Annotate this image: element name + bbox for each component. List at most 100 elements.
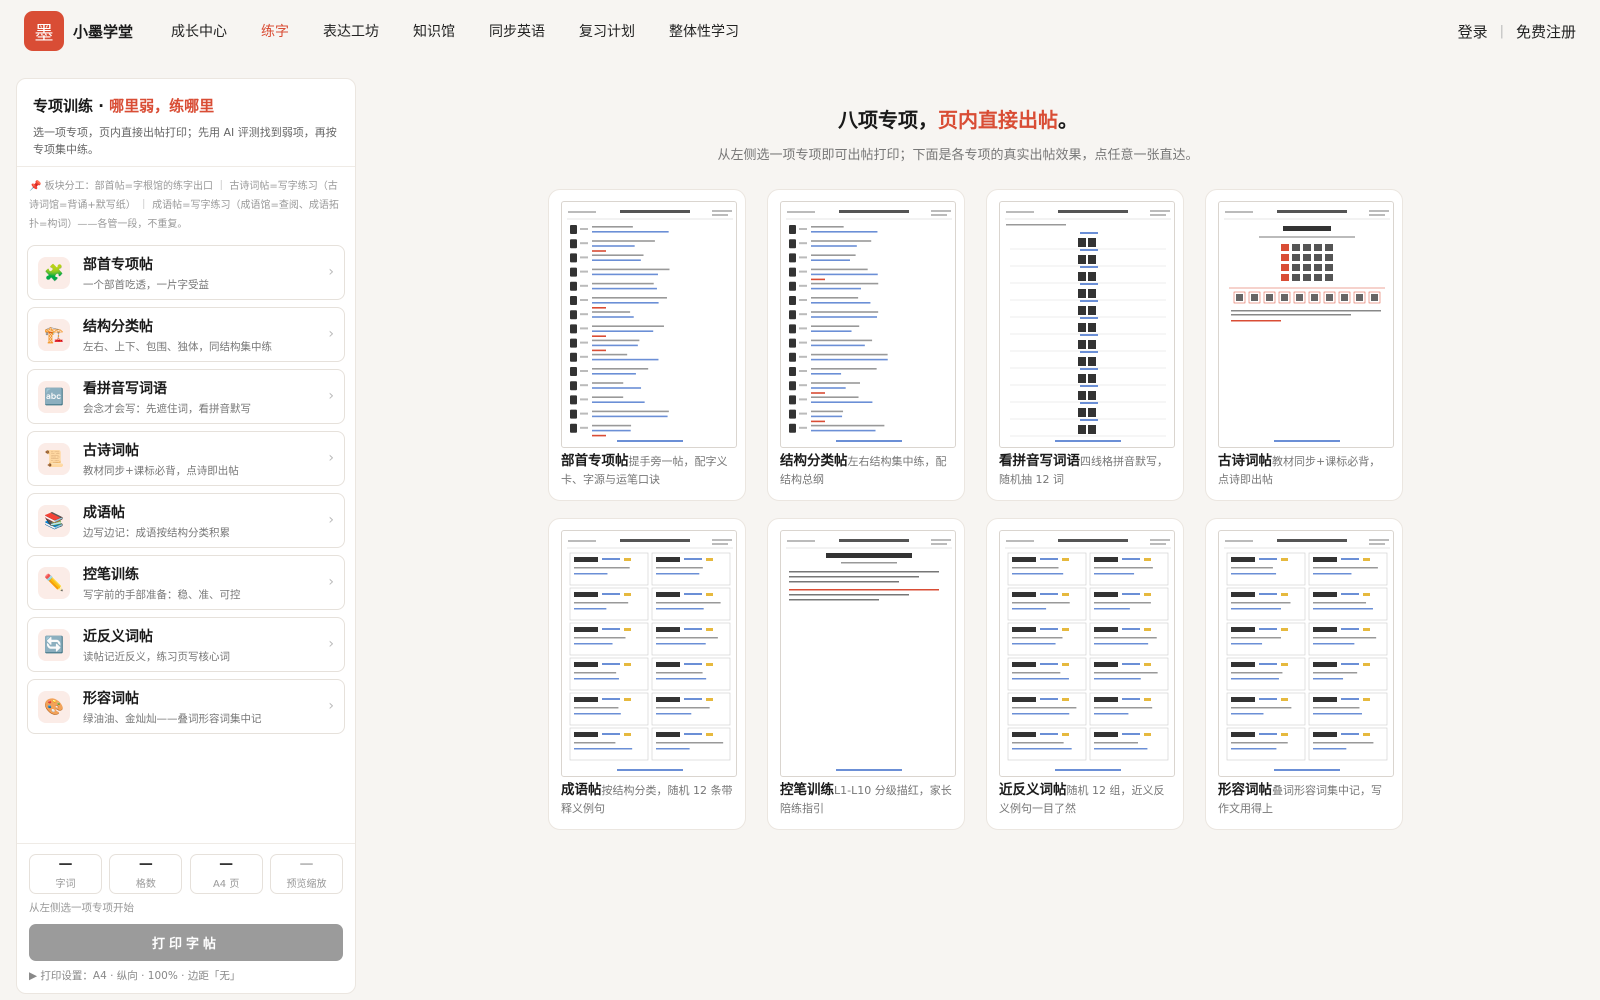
specialty-card-text: 结构分类帖 左右、上下、包围、独体，同结构集中练 bbox=[83, 316, 272, 354]
start-hint: 从左侧选一项专项开始 bbox=[29, 902, 134, 914]
sidebar-description: 选一项专项，页内直接出帖打印；先用 AI 评测找到弱项，再按专项集中练。 bbox=[33, 126, 337, 156]
sample-caption: 部首专项帖提手旁一帖，配字义卡、字源与运笔口诀 bbox=[561, 452, 733, 489]
sample-caption: 控笔训练L1-L10 分级描红，家长陪练指引 bbox=[780, 781, 952, 818]
sample-caption: 看拼音写词语四线格拼音默写，随机抽 12 词 bbox=[999, 452, 1171, 489]
sidebar-footer: — 字词 — 格数 — A4 页 — 预览缩放 从左侧选一项专项开始 打印字帖 ▶ 打印设置：… bbox=[17, 843, 355, 993]
sample-tile[interactable]: 形容词帖叠词形容词集中记，写作文用得上 bbox=[1205, 518, 1403, 830]
chevron-right-icon: › bbox=[328, 698, 334, 714]
nav-item[interactable]: 同步英语 bbox=[489, 21, 545, 41]
sample-tile[interactable]: 结构分类帖左右结构集中练，配结构总纲 bbox=[767, 189, 965, 501]
chevron-right-icon: › bbox=[328, 574, 334, 590]
specialty-card-text: 近反义词帖 读帖记近反义，练习页写核心词 bbox=[83, 626, 230, 664]
sidebar-title-highlight: 哪里弱，练哪里 bbox=[109, 97, 215, 115]
chevron-right-icon: › bbox=[328, 636, 334, 652]
sample-tile[interactable]: 部首专项帖提手旁一帖，配字义卡、字源与运笔口诀 bbox=[548, 189, 746, 501]
specialty-card[interactable]: 🔄 近反义词帖 读帖记近反义，练习页写核心词 › bbox=[27, 617, 345, 672]
chevron-right-icon: › bbox=[328, 326, 334, 342]
sample-grid: 部首专项帖提手旁一帖，配字义卡、字源与运笔口诀 结构分类帖左右结构集中练，配结构总… bbox=[548, 189, 1408, 830]
sample-tile[interactable]: 成语帖按结构分类，随机 12 条带释义例句 bbox=[548, 518, 746, 830]
auth-links: 登录 | 免费注册 bbox=[1458, 21, 1576, 42]
auth-separator: | bbox=[1499, 23, 1504, 39]
scroll-icon: 📜 bbox=[38, 442, 70, 475]
top-bar: 墨 小墨学堂 成长中心 练字 表达工坊 知识馆 同步英语 复习计划 整体性学习 登录 | 免… bbox=[0, 0, 1600, 62]
specialty-card[interactable]: 🎨 形容词帖 绿油油、金灿灿——叠词形容词集中记 › bbox=[27, 679, 345, 734]
main-title-suffix: 。 bbox=[1058, 108, 1078, 132]
print-settings-toggle[interactable]: ▶ 打印设置：A4 · 纵向 · 100% · 边距「无」 bbox=[29, 968, 343, 983]
register-link[interactable]: 免费注册 bbox=[1516, 21, 1576, 42]
stat-box: — A4 页 bbox=[189, 854, 263, 894]
worksheet-preview bbox=[1005, 539, 1171, 771]
nav-item[interactable]: 复习计划 bbox=[579, 21, 635, 41]
logo-glyph: 墨 bbox=[34, 21, 54, 44]
specialty-card-title: 部首专项帖 bbox=[83, 256, 153, 273]
specialty-card-title: 控笔训练 bbox=[83, 566, 139, 583]
print-button[interactable]: 打印字帖 bbox=[29, 924, 343, 961]
specialty-list: 🧩 部首专项帖 一个部首吃透，一片字受益 › 🏗️ 结构分类帖 左右、上下、包围、独体，同结… bbox=[17, 245, 355, 734]
specialty-card-text: 古诗词帖 教材同步+课标必背，点诗即出帖 bbox=[83, 440, 239, 478]
sample-tile[interactable]: 控笔训练L1-L10 分级描红，家长陪练指引 bbox=[767, 518, 965, 830]
specialty-card-subtitle: 教材同步+课标必背，点诗即出帖 bbox=[83, 464, 239, 477]
palette-icon: 🎨 bbox=[38, 690, 70, 723]
nav-item[interactable]: 练字 bbox=[261, 21, 289, 41]
nav-item[interactable]: 成长中心 bbox=[171, 21, 227, 41]
stat-label: 预览缩放 bbox=[286, 879, 327, 890]
stats-row: — 字词 — 格数 — A4 页 — 预览缩放 bbox=[29, 854, 343, 894]
specialty-card[interactable]: 📜 古诗词帖 教材同步+课标必背，点诗即出帖 › bbox=[27, 431, 345, 486]
sample-caption: 近反义词帖随机 12 组，近义反义例句一目了然 bbox=[999, 781, 1171, 818]
sample-caption: 结构分类帖左右结构集中练，配结构总纲 bbox=[780, 452, 952, 489]
brand-name[interactable]: 小墨学堂 bbox=[73, 21, 133, 42]
specialty-card-subtitle: 左右、上下、包围、独体，同结构集中练 bbox=[83, 340, 272, 353]
cycle-arrows-icon: 🔄 bbox=[38, 628, 70, 661]
specialty-card-text: 看拼音写词语 会念才会写：先遮住词，看拼音默写 bbox=[83, 378, 251, 416]
specialty-card[interactable]: 🧩 部首专项帖 一个部首吃透，一片字受益 › bbox=[27, 245, 345, 300]
specialty-card-subtitle: 读帖记近反义，练习页写核心词 bbox=[83, 650, 230, 663]
stat-box: — 字词 bbox=[29, 854, 102, 894]
stat-box: — 预览缩放 bbox=[269, 854, 343, 894]
specialty-card-subtitle: 边写边记：成语按结构分类积累 bbox=[83, 526, 230, 539]
sample-title: 形容词帖 bbox=[1218, 782, 1272, 798]
sample-tile[interactable]: 看拼音写词语四线格拼音默写，随机抽 12 词 bbox=[986, 189, 1184, 501]
puzzle-icon: 🧩 bbox=[38, 256, 70, 289]
sample-thumbnail bbox=[999, 201, 1175, 448]
sample-title: 结构分类帖 bbox=[780, 453, 848, 469]
stat-value: — bbox=[138, 856, 153, 872]
logo-icon[interactable]: 墨 bbox=[24, 11, 64, 51]
worksheet-preview bbox=[567, 539, 733, 771]
sidebar: 专项训练 · 哪里弱，练哪里 选一项专项，页内直接出帖打印；先用 AI 评测找到… bbox=[16, 78, 356, 994]
specialty-card[interactable]: ✏️ 控笔训练 写字前的手部准备：稳、准、可控 › bbox=[27, 555, 345, 610]
specialty-card-text: 成语帖 边写边记：成语按结构分类积累 bbox=[83, 502, 230, 540]
sample-title: 近反义词帖 bbox=[999, 782, 1067, 798]
sample-tile[interactable]: 近反义词帖随机 12 组，近义反义例句一目了然 bbox=[986, 518, 1184, 830]
main-title-highlight: 页内直接出帖 bbox=[938, 108, 1058, 132]
crane-icon: 🏗️ bbox=[38, 318, 70, 351]
worksheet-preview bbox=[786, 210, 952, 442]
specialty-card[interactable]: 📚 成语帖 边写边记：成语按结构分类积累 › bbox=[27, 493, 345, 548]
stat-value: — bbox=[299, 856, 314, 872]
login-link[interactable]: 登录 bbox=[1458, 21, 1488, 42]
specialty-card-text: 控笔训练 写字前的手部准备：稳、准、可控 bbox=[83, 564, 241, 602]
specialty-card[interactable]: 🔤 看拼音写词语 会念才会写：先遮住词，看拼音默写 › bbox=[27, 369, 345, 424]
main-title: 八项专项，页内直接出帖。 bbox=[538, 104, 1378, 133]
sample-thumbnail bbox=[561, 201, 737, 448]
nav-item[interactable]: 整体性学习 bbox=[669, 21, 739, 41]
stat-value: — bbox=[58, 856, 73, 872]
specialty-card-subtitle: 绿油油、金灿灿——叠词形容词集中记 bbox=[83, 712, 262, 725]
main-title-prefix: 八项专项， bbox=[838, 108, 938, 132]
stat-label: 字词 bbox=[55, 879, 76, 890]
worksheet-preview bbox=[1224, 539, 1390, 771]
worksheet-preview bbox=[786, 539, 952, 771]
sample-thumbnail bbox=[780, 530, 956, 777]
sidebar-header: 专项训练 · 哪里弱，练哪里 选一项专项，页内直接出帖打印；先用 AI 评测找到… bbox=[17, 79, 355, 167]
sample-thumbnail bbox=[561, 530, 737, 777]
nav-item[interactable]: 知识馆 bbox=[413, 21, 455, 41]
specialty-card-title: 看拼音写词语 bbox=[83, 380, 167, 397]
sample-tile[interactable]: 古诗词帖教材同步+课标必背，点诗即出帖 bbox=[1205, 189, 1403, 501]
module-division-note: 📌 板块分工：部首帖=字根馆的练字出口 ｜ 古诗词帖=写字练习（古诗词馆=背诵+… bbox=[29, 181, 339, 230]
stat-box: — 格数 bbox=[109, 854, 183, 894]
nav-item[interactable]: 表达工坊 bbox=[323, 21, 379, 41]
main-nav: 成长中心 练字 表达工坊 知识馆 同步英语 复习计划 整体性学习 bbox=[171, 21, 773, 41]
specialty-card[interactable]: 🏗️ 结构分类帖 左右、上下、包围、独体，同结构集中练 › bbox=[27, 307, 345, 362]
stat-value: — bbox=[219, 856, 234, 872]
pencil-icon: ✏️ bbox=[38, 566, 70, 599]
sample-caption: 形容词帖叠词形容词集中记，写作文用得上 bbox=[1218, 781, 1390, 818]
